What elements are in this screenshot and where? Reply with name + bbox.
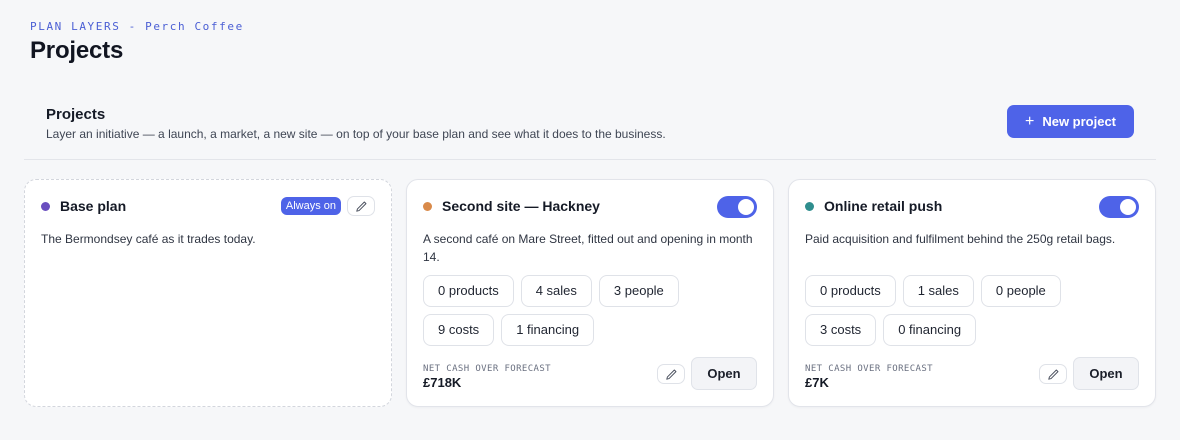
section-subtitle: Layer an initiative — a launch, a market… (46, 127, 666, 141)
chip-costs[interactable]: 9 costs (423, 314, 495, 346)
project-title: Online retail push (824, 198, 943, 214)
always-on-badge: Always on (280, 197, 341, 215)
base-plan-header: Base plan (41, 198, 126, 214)
metric-value: £7K (805, 375, 829, 390)
project-line-counts: 0 products 4 sales 3 people 9 costs 1 fi… (423, 275, 753, 346)
base-plan-description: The Bermondsey café as it trades today. (41, 232, 256, 246)
new-project-label: New project (1042, 114, 1117, 129)
project-title: Second site — Hackney (442, 198, 600, 214)
chip-people[interactable]: 0 people (980, 275, 1061, 307)
base-plan-color-dot (41, 201, 50, 211)
project-enabled-toggle[interactable] (717, 196, 757, 218)
pencil-icon (1047, 369, 1058, 380)
project-edit-button[interactable] (657, 364, 685, 384)
metric-label: NET CASH OVER FORECAST (805, 364, 934, 374)
pencil-icon (665, 369, 676, 380)
project-description: Paid acquisition and fulfilment behind t… (805, 232, 1116, 246)
projects-section-header: Projects Layer an initiative — a launch,… (24, 94, 1156, 160)
chip-people[interactable]: 3 people (598, 275, 679, 307)
chip-financing[interactable]: 0 financing (883, 314, 977, 346)
plus-icon: + (1024, 112, 1035, 130)
metric-label: NET CASH OVER FORECAST (423, 364, 552, 374)
metric-value: £718K (423, 375, 462, 390)
section-title: Projects (46, 106, 106, 123)
chip-sales[interactable]: 1 sales (902, 275, 974, 307)
chip-products[interactable]: 0 products (805, 275, 896, 307)
new-project-button[interactable]: + New project (1007, 105, 1134, 138)
page-title: Projects (30, 37, 124, 64)
project-header: Second site — Hackney (423, 198, 600, 214)
toggle-knob (1120, 199, 1136, 215)
project-header: Online retail push (805, 198, 942, 214)
project-enabled-toggle[interactable] (1099, 196, 1139, 218)
chip-costs[interactable]: 3 costs (805, 314, 877, 346)
plan-layers-page: PLAN LAYERS - Perch Coffee Projects Proj… (0, 0, 1180, 440)
chip-products[interactable]: 0 products (423, 275, 514, 307)
project-card-hackney: Second site — Hackney A second café on M… (406, 179, 774, 407)
base-plan-card: Base plan Always on The Bermondsey café … (24, 179, 392, 407)
project-color-dot (423, 201, 432, 211)
base-plan-edit-button[interactable] (347, 196, 375, 216)
open-project-button[interactable]: Open (1073, 357, 1139, 390)
base-plan-title: Base plan (60, 198, 127, 214)
project-color-dot (805, 201, 814, 211)
breadcrumb-eyebrow: PLAN LAYERS - Perch Coffee (30, 20, 244, 33)
open-project-button[interactable]: Open (691, 357, 757, 390)
toggle-knob (738, 199, 754, 215)
project-line-counts: 0 products 1 sales 0 people 3 costs 0 fi… (805, 275, 1135, 346)
project-card-online-retail: Online retail push Paid acquisition and … (788, 179, 1156, 407)
chip-sales[interactable]: 4 sales (520, 275, 592, 307)
project-description: A second café on Mare Street, fitted out… (423, 232, 753, 264)
project-edit-button[interactable] (1039, 364, 1067, 384)
pencil-icon (355, 201, 366, 212)
chip-financing[interactable]: 1 financing (501, 314, 595, 346)
